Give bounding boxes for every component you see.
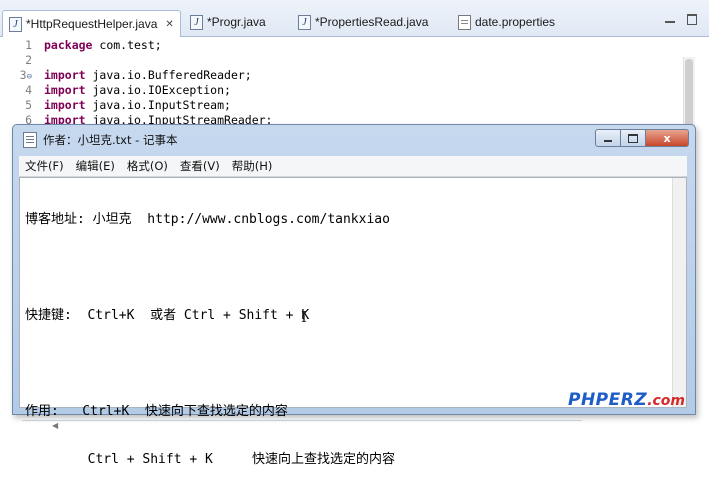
tab-label: date.properties bbox=[475, 15, 556, 29]
code-text: java.io.InputStream; bbox=[85, 98, 231, 112]
maximize-button[interactable] bbox=[621, 129, 646, 147]
text-cursor-icon: I bbox=[301, 308, 307, 326]
notepad-icon bbox=[23, 132, 37, 148]
java-file-icon: J bbox=[190, 14, 203, 30]
java-file-icon: J bbox=[9, 16, 22, 32]
menu-file[interactable]: 文件(F) bbox=[19, 158, 70, 174]
text-line: 快捷键: Ctrl+K 或者 Ctrl + Shift + K bbox=[25, 308, 310, 323]
code-line: 5 import java.io.InputStream; bbox=[0, 98, 680, 113]
menu-format[interactable]: 格式(O) bbox=[121, 158, 174, 174]
java-file-icon: J bbox=[298, 14, 311, 30]
notepad-scrollbar[interactable] bbox=[672, 178, 686, 407]
text-line bbox=[25, 260, 395, 276]
close-button[interactable]: x bbox=[646, 129, 689, 147]
keyword: import bbox=[44, 68, 86, 82]
keyword: package bbox=[44, 38, 93, 52]
line-number: 5 bbox=[25, 98, 32, 112]
text-area[interactable]: 博客地址: 小坦克 http://www.cnblogs.com/tankxia… bbox=[19, 177, 687, 467]
notepad-window: 作者：小坦克.txt - 记事本 x 文件(F) 编辑(E) 格式(O) 查看(… bbox=[12, 124, 696, 467]
text-content[interactable]: 博客地址: 小坦克 http://www.cnblogs.com/tankxia… bbox=[25, 180, 395, 500]
code-line: 3⊖ import java.io.BufferedReader; bbox=[0, 68, 680, 83]
maximize-icon bbox=[628, 133, 638, 143]
tab-httprequesthelper[interactable]: J *HttpRequestHelper.java ✕ bbox=[2, 10, 181, 37]
line-number: 2 bbox=[25, 53, 32, 67]
line-number: 1 bbox=[25, 38, 32, 52]
keyword: import bbox=[44, 98, 86, 112]
text-line: Ctrl + Shift + K 快速向上查找选定的内容 bbox=[25, 452, 395, 467]
menu-view[interactable]: 查看(V) bbox=[174, 158, 226, 174]
keyword: import bbox=[44, 83, 86, 97]
fold-icon[interactable]: ⊖ bbox=[27, 72, 32, 82]
menu-help[interactable]: 帮助(H) bbox=[226, 158, 279, 174]
tab-label: *HttpRequestHelper.java bbox=[26, 17, 158, 31]
code-area[interactable]: 1 package com.test; 2 3⊖ import java.io.… bbox=[0, 38, 680, 128]
close-tab-icon[interactable]: ✕ bbox=[165, 19, 173, 30]
window-title: 作者：小坦克.txt - 记事本 bbox=[43, 133, 178, 147]
code-text: java.io.BufferedReader; bbox=[85, 68, 252, 82]
tab-label: *Progr.java bbox=[207, 15, 266, 29]
text-line bbox=[25, 356, 395, 372]
watermark-text: PHPERZ bbox=[568, 390, 648, 410]
menu-bar: 文件(F) 编辑(E) 格式(O) 查看(V) 帮助(H) bbox=[19, 156, 687, 177]
properties-file-icon bbox=[458, 14, 471, 30]
code-line: 2 bbox=[0, 53, 680, 68]
tab-propertiesread[interactable]: J *PropertiesRead.java bbox=[298, 11, 428, 33]
editor-window-controls bbox=[665, 14, 697, 25]
minimize-icon[interactable] bbox=[665, 14, 675, 24]
maximize-icon[interactable] bbox=[687, 14, 697, 25]
tab-label: *PropertiesRead.java bbox=[315, 15, 429, 29]
editor-tab-bar: J *HttpRequestHelper.java ✕ J *Progr.jav… bbox=[0, 0, 709, 37]
minimize-icon bbox=[604, 139, 612, 142]
code-line: 4 import java.io.IOException; bbox=[0, 83, 680, 98]
close-icon: x bbox=[663, 131, 671, 145]
text-line: 博客地址: 小坦克 http://www.cnblogs.com/tankxia… bbox=[25, 212, 390, 227]
watermark-logo: PHPERZ .com bbox=[568, 390, 685, 410]
tab-progr[interactable]: J *Progr.java bbox=[190, 11, 266, 33]
line-number: 3⊖ bbox=[19, 68, 32, 82]
notepad-titlebar[interactable]: 作者：小坦克.txt - 记事本 bbox=[23, 132, 177, 148]
code-text: java.io.IOException; bbox=[85, 83, 231, 97]
tab-date-properties[interactable]: date.properties bbox=[458, 11, 555, 33]
watermark-suffix: .com bbox=[647, 393, 686, 409]
line-number: 4 bbox=[25, 83, 32, 97]
minimize-button[interactable] bbox=[595, 129, 621, 147]
code-line: 1 package com.test; bbox=[0, 38, 680, 53]
menu-edit[interactable]: 编辑(E) bbox=[70, 158, 121, 174]
code-text: com.test; bbox=[92, 38, 162, 52]
window-controls: x bbox=[595, 129, 689, 147]
text-line: 作用: Ctrl+K 快速向下查找选定的内容 bbox=[25, 404, 288, 419]
